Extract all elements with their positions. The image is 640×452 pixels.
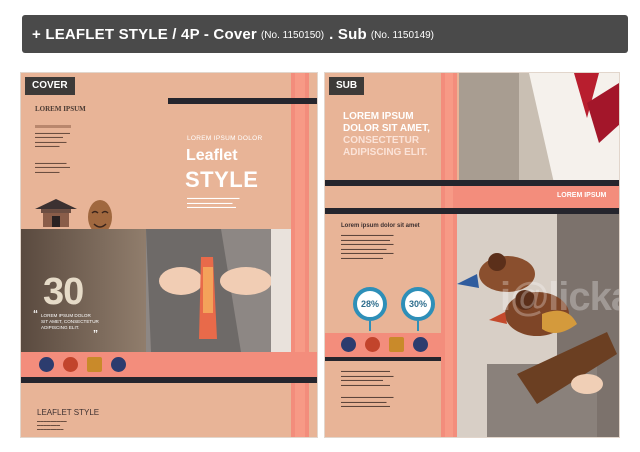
cover-style-title: STYLE xyxy=(185,167,259,192)
cover-number: (No. 1150150) xyxy=(260,29,325,41)
percent-circle-1: 28% xyxy=(353,287,387,321)
divider xyxy=(35,125,71,128)
wooden-ducks-photo xyxy=(457,214,619,437)
cover-lorem-copy: LOREM IPSUM DOLOR SIT AMET, CONSECTETUR … xyxy=(41,313,99,331)
taegeuk-icon xyxy=(111,357,126,372)
sub-right-label: LOREM IPSUM xyxy=(557,192,607,199)
quote-open-icon: “ xyxy=(33,309,38,320)
taegeuk-icon xyxy=(413,337,428,352)
sub-headline: LOREM IPSUM DOLOR SIT AMET, CONSECTETUR … xyxy=(343,111,463,159)
sub-headline-line-2: DOLOR SIT AMET, xyxy=(343,123,430,134)
cover-lorem-title: LOREM IPSUM xyxy=(35,105,86,113)
hanbok-collar-photo xyxy=(459,73,619,183)
quote-close-icon: ” xyxy=(93,329,98,340)
palace-gate-image xyxy=(35,199,77,227)
sub-body-text-3: ▬▬▬▬▬▬▬▬▬▬▬▬▬▬▬ ▬▬▬▬▬▬▬▬▬▬▬▬▬ ▬▬▬▬▬▬▬▬▬▬▬▬… xyxy=(341,395,394,409)
cover-panel: COVER LOREM IPSUM ▬▬▬▬▬▬▬▬▬▬ ▬▬▬▬▬▬▬▬ ▬▬▬▬… xyxy=(20,72,318,438)
sub-headline-line-3: CONSECTETUR xyxy=(343,135,420,146)
mask-icon xyxy=(63,357,78,372)
sub-body-text-2: ▬▬▬▬▬▬▬▬▬▬▬▬▬▬ ▬▬▬▬▬▬▬▬▬▬▬▬▬▬▬ ▬▬▬▬▬▬▬▬▬▬▬… xyxy=(341,369,394,387)
cover-footer-title: LEAFLET STYLE xyxy=(37,408,100,417)
percent-tail-1 xyxy=(369,321,371,331)
cover-leaflet-title: Leaflet xyxy=(186,147,238,164)
percent-tail-2 xyxy=(417,321,419,331)
cover-footer-text: ▬▬▬▬▬▬▬▬▬ ▬▬▬▬▬▬▬ ▬▬▬▬▬▬▬▬ xyxy=(37,419,67,431)
sub-headline-line-1: LOREM IPSUM xyxy=(343,111,414,122)
percent-circle-2: 30% xyxy=(401,287,435,321)
dark-stripe-bottom xyxy=(21,377,317,383)
cover-tag: COVER xyxy=(25,77,75,95)
cover-big-number: 30 xyxy=(43,271,84,313)
sub-panel: SUB LOREM IPSUM DOLOR SIT AMET, CONSECTE… xyxy=(324,72,620,438)
sub-body-title: Lorem ipsum dolor sit amet xyxy=(341,223,420,229)
cover-text-block-1: ▬▬▬▬▬▬▬▬▬▬ ▬▬▬▬▬▬▬▬ ▬▬▬▬▬▬▬▬▬ ▬▬▬▬▬▬▬ xyxy=(35,131,70,149)
sub-number: (No. 1150149) xyxy=(370,29,435,41)
cover-lorem-dolor: LOREM IPSUM DOLOR xyxy=(187,135,263,142)
figure-icon xyxy=(341,337,356,352)
sub-headline-line-4: ADIPISCING ELIT. xyxy=(343,147,428,158)
sub-tag: SUB xyxy=(329,77,365,95)
coral-stripe-inner xyxy=(295,73,305,437)
pattern-icon xyxy=(389,337,404,352)
title-part-2: . Sub xyxy=(329,25,367,43)
pattern-icon xyxy=(87,357,102,372)
mask-icon xyxy=(365,337,380,352)
sub-body-text-1: ▬▬▬▬▬▬▬▬▬▬▬▬▬▬▬ ▬▬▬▬▬▬▬▬▬▬▬▬▬▬ ▬▬▬▬▬▬▬▬▬▬▬… xyxy=(341,233,394,260)
figure-icon xyxy=(39,357,54,372)
cover-text-block-2: ▬▬▬▬▬▬▬▬▬ ▬▬▬▬▬▬▬▬▬▬ ▬▬▬▬▬▬▬ xyxy=(35,161,70,174)
cover-lorem-line-3: ADIPISCING ELIT. xyxy=(41,325,80,330)
cover-small-copy: ▬▬▬▬▬▬▬▬▬▬▬▬▬▬▬ ▬▬▬▬▬▬▬▬▬▬▬▬▬ ▬▬▬▬▬▬▬▬▬▬▬▬… xyxy=(187,196,240,210)
dark-stripe-top xyxy=(168,98,317,104)
title-bar: + LEAFLET STYLE / 4P - Cover (No. 115015… xyxy=(22,15,628,53)
watermark: i@lickart xyxy=(500,275,619,319)
title-part-1: + LEAFLET STYLE / 4P - Cover xyxy=(32,25,257,43)
sub-dark-stripe-bottom xyxy=(325,357,441,361)
